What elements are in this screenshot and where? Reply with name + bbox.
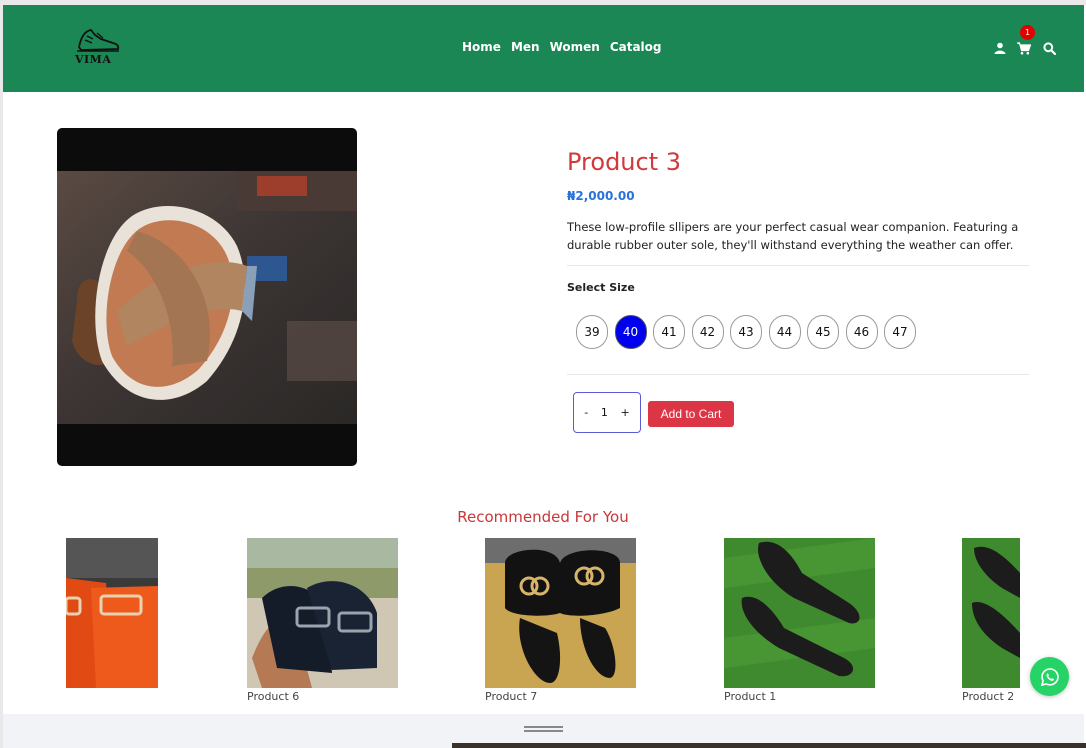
- site-header: VIMA Home Men Women Catalog: [3, 5, 1084, 92]
- size-options: 39 40 41 42 43 44 45 46 47: [576, 315, 916, 349]
- quantity-decrease-button[interactable]: -: [584, 406, 588, 419]
- size-option[interactable]: 46: [845, 315, 878, 349]
- brand-logo[interactable]: VIMA: [73, 27, 121, 69]
- nav-women[interactable]: Women: [550, 40, 600, 54]
- nav-catalog[interactable]: Catalog: [610, 40, 662, 54]
- size-option[interactable]: 47: [884, 315, 916, 349]
- size-option[interactable]: 41: [653, 315, 685, 349]
- product-thumbnail: [962, 538, 1020, 688]
- size-option[interactable]: 45: [807, 315, 839, 349]
- product-thumbnail: [247, 538, 398, 688]
- search-icon[interactable]: [1040, 39, 1058, 57]
- recommended-product-name[interactable]: Product 7: [485, 690, 537, 703]
- cart-icon[interactable]: [1015, 39, 1033, 57]
- recommended-product-name[interactable]: Product 2: [962, 690, 1014, 703]
- size-option[interactable]: 39: [576, 315, 608, 349]
- recommended-product-name[interactable]: Product 6: [247, 690, 299, 703]
- quantity-stepper: - 1 +: [573, 392, 641, 433]
- brand-logo-text: VIMA: [75, 53, 112, 66]
- bottom-edge: [452, 743, 1086, 748]
- nav-men[interactable]: Men: [511, 40, 540, 54]
- recommended-product-name[interactable]: Product 1: [724, 690, 776, 703]
- cart-count-badge: 1: [1020, 25, 1035, 40]
- product-description: These low-profile sllipers are your perf…: [567, 220, 1019, 252]
- user-icon[interactable]: [991, 39, 1009, 57]
- size-option[interactable]: 42: [691, 315, 724, 349]
- recommended-card[interactable]: [962, 538, 1020, 688]
- product-photo: [57, 171, 357, 424]
- whatsapp-icon: [1040, 667, 1059, 686]
- recommended-card[interactable]: [66, 538, 158, 688]
- divider: [567, 265, 1029, 266]
- quantity-value[interactable]: 1: [601, 406, 608, 419]
- add-to-cart-button[interactable]: Add to Cart: [648, 401, 734, 427]
- divider: [567, 374, 1029, 375]
- recommended-card[interactable]: [247, 538, 398, 688]
- product-price: ₦2,000.00: [567, 189, 635, 203]
- product-title: Product 3: [567, 148, 682, 176]
- window-left-edge: [0, 0, 3, 748]
- size-option[interactable]: 44: [768, 315, 801, 349]
- recommended-card[interactable]: [724, 538, 875, 688]
- main-nav: Home Men Women Catalog: [462, 40, 662, 54]
- nav-home[interactable]: Home: [462, 40, 501, 54]
- product-thumbnail: [66, 538, 158, 688]
- product-thumbnail: [485, 538, 636, 688]
- product-thumbnail: [724, 538, 875, 688]
- recommended-card[interactable]: [485, 538, 636, 688]
- drag-handle[interactable]: [524, 726, 563, 728]
- size-option-selected[interactable]: 40: [614, 315, 647, 349]
- whatsapp-button[interactable]: [1030, 657, 1069, 696]
- quantity-increase-button[interactable]: +: [620, 406, 629, 419]
- size-option[interactable]: 43: [730, 315, 762, 349]
- select-size-label: Select Size: [567, 281, 635, 294]
- recommended-title: Recommended For You: [457, 508, 629, 526]
- product-image: [57, 128, 357, 466]
